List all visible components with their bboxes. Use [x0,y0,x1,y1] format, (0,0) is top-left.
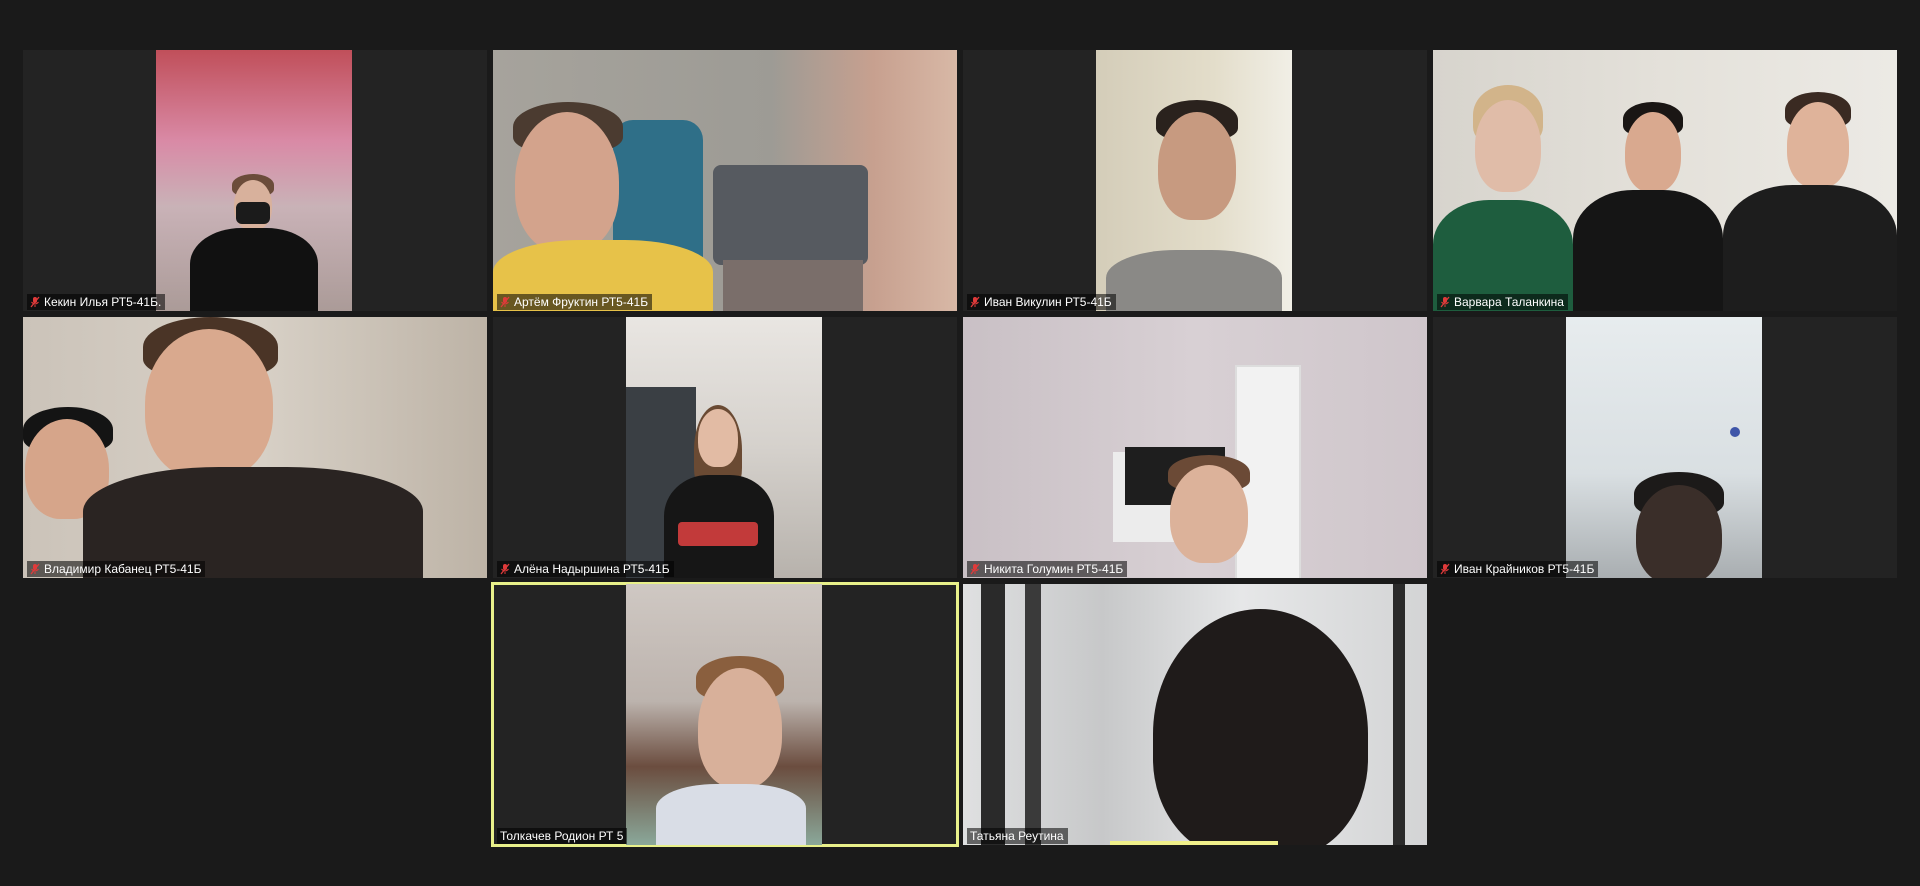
participant-name-tag: Алёна Надыршина РТ5-41Б [497,561,674,577]
participant-name: Кекин Илья РТ5-41Б. [44,295,162,309]
participant-name-tag: Татьяна Реутина [967,828,1068,844]
participant-name: Иван Викулин РТ5-41Б [984,295,1112,309]
mic-muted-icon [1440,563,1450,575]
video-feed [963,317,1427,578]
mic-muted-icon [500,296,510,308]
participant-name-tag: Никита Голумин РТ5-41Б [967,561,1128,577]
mic-muted-icon [30,563,40,575]
participant-name: Иван Крайников РТ5-41Б [1454,562,1595,576]
mic-muted-icon [970,296,980,308]
mic-muted-icon [970,563,980,575]
video-feed [493,50,957,311]
participant-name-tag: Владимир Кабанец РТ5-41Б [27,561,206,577]
participant-name-tag: Иван Крайников РТ5-41Б [1437,561,1599,577]
mic-muted-icon [30,296,40,308]
participant-name: Владимир Кабанец РТ5-41Б [44,562,202,576]
participant-name-tag: Варвара Таланкина [1437,294,1568,310]
participant-name: Татьяна Реутина [970,829,1064,843]
video-feed [1433,50,1897,311]
participant-name-tag: Иван Викулин РТ5-41Б [967,294,1116,310]
video-tile-kekin[interactable]: Кекин Илья РТ5-41Б. [23,50,487,311]
video-feed [1096,50,1292,311]
video-tile-kraynikov[interactable]: Иван Крайников РТ5-41Б [1433,317,1897,578]
video-tile-nadyrshina[interactable]: Алёна Надыршина РТ5-41Б [493,317,957,578]
participant-name-tag: Кекин Илья РТ5-41Б. [27,294,166,310]
video-tile-vikulin[interactable]: Иван Викулин РТ5-41Б [963,50,1427,311]
participant-name: Алёна Надыршина РТ5-41Б [514,562,670,576]
video-feed [23,317,487,578]
video-feed [626,584,822,845]
video-tile-reutina[interactable]: Татьяна Реутина [963,584,1427,845]
video-feed [156,50,352,311]
video-feed [626,317,822,578]
participant-name-tag: Толкачев Родион РТ 5 [497,828,628,844]
participant-name: Артём Фруктин РТ5-41Б [514,295,649,309]
video-tile-tolkachev[interactable]: Толкачев Родион РТ 5 [491,582,959,847]
participant-name-tag: Артём Фруктин РТ5-41Б [497,294,653,310]
video-tile-talankina[interactable]: Варвара Таланкина [1433,50,1897,311]
participant-name: Никита Голумин РТ5-41Б [984,562,1124,576]
participant-name: Варвара Таланкина [1454,295,1564,309]
video-tile-fruktin[interactable]: Артём Фруктин РТ5-41Б [493,50,957,311]
video-tile-kabanets[interactable]: Владимир Кабанец РТ5-41Б [23,317,487,578]
video-feed [1566,317,1762,578]
video-tile-golumin[interactable]: Никита Голумин РТ5-41Б [963,317,1427,578]
video-feed [963,584,1427,845]
mic-muted-icon [1440,296,1450,308]
audio-level-bar [1110,841,1278,845]
mic-muted-icon [500,563,510,575]
participant-name: Толкачев Родион РТ 5 [500,829,624,843]
